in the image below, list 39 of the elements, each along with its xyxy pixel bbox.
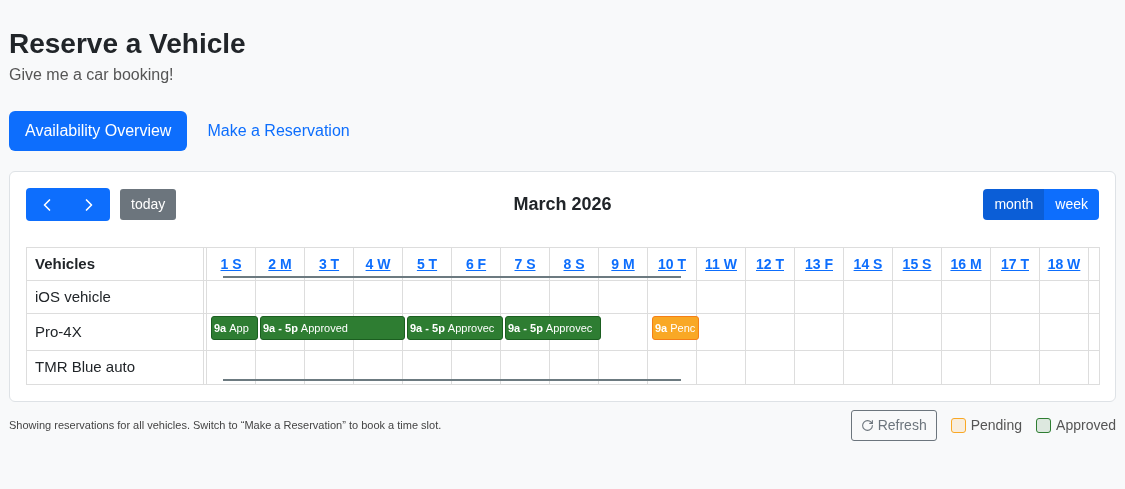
reservation-event[interactable]: 9a - 5p Approvec [407, 316, 503, 340]
today-button[interactable]: today [120, 189, 177, 220]
legend-label: Approved [1056, 416, 1116, 435]
day-link[interactable]: 7 S [514, 253, 536, 275]
day-link[interactable]: 18 W [1047, 253, 1081, 275]
day-link[interactable]: 10 T [658, 253, 686, 275]
page-title: Reserve a Vehicle [9, 27, 247, 61]
view-toggle[interactable]: month [983, 189, 1045, 220]
vehicle-name: iOS vehicle [35, 286, 111, 307]
reservation-event[interactable]: 9a - 5p Approved [260, 316, 405, 340]
day-link[interactable]: 6 F [465, 253, 487, 275]
day-link[interactable]: 9 M [611, 253, 635, 275]
day-link[interactable]: 13 F [805, 253, 833, 275]
page-subtitle: Give me a car booking! [9, 65, 174, 85]
day-link[interactable]: 3 T [318, 253, 340, 275]
day-link[interactable]: 14 S [853, 253, 883, 275]
reservation-event[interactable]: 9a - 5p Approvec [505, 316, 601, 340]
day-link[interactable]: 17 T [1001, 253, 1029, 275]
footer-note: Showing reservations for all vehicles. Switch to “Make a Reservation” to book a time slot. [9, 418, 442, 434]
day-link[interactable]: 12 T [756, 253, 784, 275]
legend-label: Pending [970, 416, 1023, 435]
column-header: Vehicles [35, 253, 96, 274]
day-link[interactable]: 2 M [268, 253, 292, 275]
vehicle-name: TMR Blue auto [35, 357, 136, 378]
day-link[interactable]: 1 S [220, 253, 242, 275]
nav-tab[interactable]: Availability Overview [9, 111, 188, 151]
refresh-button[interactable]: Refresh [850, 410, 937, 441]
day-link[interactable]: 16 M [950, 253, 982, 275]
reservation-event[interactable]: 9a App [211, 316, 258, 340]
nav-tab[interactable]: Make a Reservation [191, 111, 366, 151]
vehicle-name: Pro-4X [35, 321, 82, 342]
day-link[interactable]: 4 W [365, 253, 391, 275]
day-link[interactable]: 11 W [705, 253, 737, 275]
calendar-title: March 2026 [513, 193, 612, 216]
view-toggle[interactable]: week [1044, 189, 1099, 220]
refresh-icon [860, 419, 874, 432]
day-link[interactable]: 5 T [416, 253, 438, 275]
day-link[interactable]: 8 S [563, 253, 585, 275]
day-link[interactable]: 15 S [902, 253, 932, 275]
